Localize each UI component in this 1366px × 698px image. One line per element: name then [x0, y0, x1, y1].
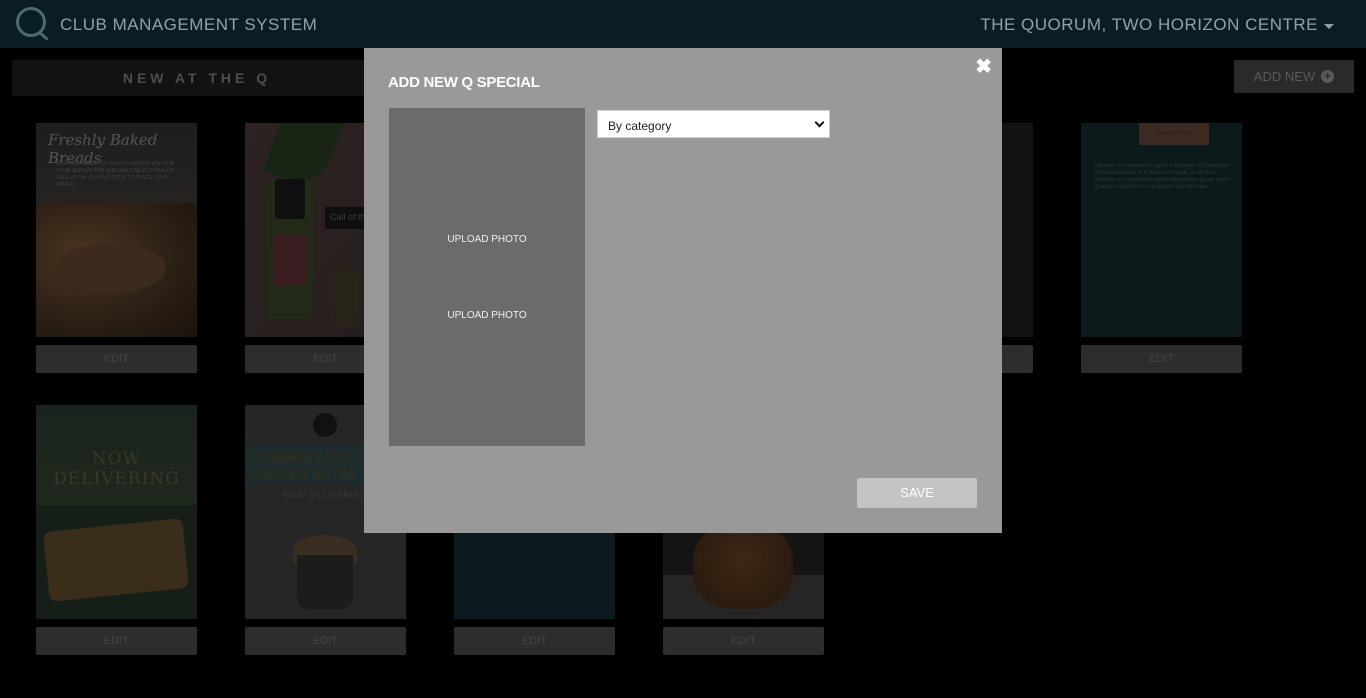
special-card: NOW DELIVERING EDIT	[36, 405, 197, 655]
category-select-value: By category	[608, 119, 672, 133]
add-new-label: ADD NEW	[1253, 69, 1316, 84]
add-special-modal: ADD NEW Q SPECIAL ✖ UPLOAD PHOTO UPLOAD …	[364, 48, 1002, 533]
pastry-photo	[693, 525, 793, 609]
special-poster-image[interactable]: Freshly Baked Breads NOW DELIVERED TO YO…	[36, 123, 197, 337]
bottle-label-graphic	[273, 235, 307, 285]
special-poster-image[interactable]: NOW DELIVERING	[36, 405, 197, 619]
upload-photo-area[interactable]: UPLOAD PHOTO UPLOAD PHOTO	[389, 108, 585, 446]
save-button[interactable]: SAVE	[857, 478, 977, 508]
upload-photo-label-secondary[interactable]: UPLOAD PHOTO	[389, 310, 585, 321]
ice-cream-cup-graphic	[297, 555, 353, 609]
add-new-button[interactable]: ADD NEW +	[1234, 60, 1354, 93]
bread-photo-detail	[56, 243, 166, 293]
poster-title: NOW DELIVERING	[53, 449, 180, 489]
app-title: CLUB MANAGEMENT SYSTEM	[60, 15, 318, 34]
sandwich-photo	[42, 517, 190, 603]
edit-button[interactable]: EDIT	[1081, 345, 1242, 373]
edit-button[interactable]: EDIT	[663, 627, 824, 655]
caret-down-icon	[1324, 24, 1334, 29]
edit-button[interactable]: EDIT	[36, 345, 197, 373]
upload-photo-label[interactable]: UPLOAD PHOTO	[389, 234, 585, 245]
category-select[interactable]: By category	[597, 110, 830, 138]
special-card: Guest Policy Members are permitted to si…	[1081, 123, 1242, 373]
brand-logo-icon	[313, 413, 337, 437]
club-selector[interactable]: THE QUORUM, TWO HORIZON CENTRE	[980, 15, 1334, 35]
top-header: CLUB MANAGEMENT SYSTEM THE QUORUM, TWO H…	[0, 0, 1366, 48]
small-bottle-graphic	[331, 269, 359, 327]
bottle-cap-graphic	[275, 179, 305, 219]
club-name: THE QUORUM, TWO HORIZON CENTRE	[980, 15, 1318, 34]
special-card: Freshly Baked Breads NOW DELIVERED TO YO…	[36, 123, 197, 373]
poster-heading: Guest Policy	[1139, 123, 1209, 145]
quorum-logo-icon	[16, 7, 46, 37]
edit-button[interactable]: EDIT	[454, 627, 615, 655]
chevron-down-icon	[814, 117, 825, 128]
plus-circle-icon: +	[1321, 70, 1335, 83]
modal-title: ADD NEW Q SPECIAL	[388, 74, 540, 91]
special-poster-image[interactable]: Guest Policy Members are permitted to si…	[1081, 123, 1242, 337]
close-icon[interactable]: ✖	[975, 57, 992, 77]
poster-subtext: NOW DELIVERED TO YOUR DOORSTEP ASK FOR Y…	[56, 161, 175, 188]
edit-button[interactable]: EDIT	[245, 627, 406, 655]
poster-body-text: Members are permitted to sign in a maxim…	[1095, 163, 1231, 190]
edit-button[interactable]: EDIT	[36, 627, 197, 655]
